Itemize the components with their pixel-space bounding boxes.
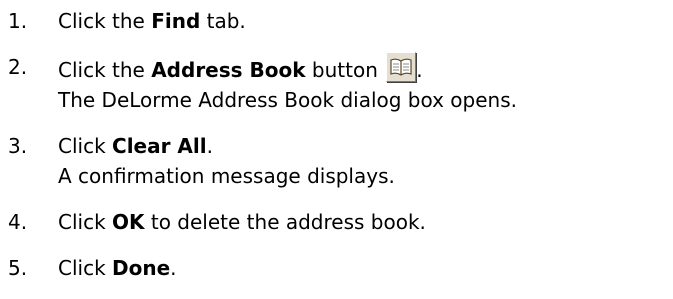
step-text-prefix: Click the (58, 58, 152, 82)
step-text-suffix: button (305, 58, 378, 82)
step-5: 5. Click Done. (8, 253, 668, 283)
step-text-suffix: . (206, 134, 213, 158)
open-book-icon (390, 58, 412, 76)
step-text-suffix: tab. (200, 9, 246, 33)
instruction-steps: 1. Click the Find tab. 2. Click the Addr… (8, 6, 668, 299)
step-text: Click Done. (58, 253, 668, 283)
step-text: Click the Address Book button . The DeLo… (58, 52, 668, 115)
step-number: 2. (8, 55, 28, 79)
address-book-label: Address Book (151, 58, 306, 82)
step-text: Click the Find tab. (58, 6, 668, 36)
step-text-prefix: Click (58, 134, 113, 158)
step-number: 3. (8, 134, 28, 158)
step-number: 1. (8, 9, 28, 33)
done-label: Done (112, 256, 171, 280)
address-book-icon (386, 52, 417, 82)
ok-label: OK (112, 210, 145, 234)
step-text-suffix: . (170, 256, 177, 280)
step-text-suffix: to delete the address book. (144, 210, 426, 234)
step-text-prefix: Click the (58, 9, 152, 33)
step-1: 1. Click the Find tab. (8, 6, 668, 36)
find-tab-label: Find (151, 9, 201, 33)
step-3: 3. Click Clear All. A confirmation messa… (8, 131, 668, 191)
step-number: 4. (8, 210, 28, 234)
step-4: 4. Click OK to delete the address book. (8, 207, 668, 237)
step-text-period: . (416, 58, 423, 82)
step-2: 2. Click the Address Book button . The D… (8, 52, 668, 115)
step-text-prefix: Click (58, 210, 113, 234)
step-text-prefix: Click (58, 256, 113, 280)
step-result: The DeLorme Address Book dialog box open… (58, 88, 517, 112)
step-text: Click Clear All. A confirmation message … (58, 131, 668, 191)
step-number: 5. (8, 256, 28, 280)
step-text: Click OK to delete the address book. (58, 207, 668, 237)
step-result: A confirmation message displays. (58, 164, 395, 188)
clear-all-label: Clear All (112, 134, 207, 158)
